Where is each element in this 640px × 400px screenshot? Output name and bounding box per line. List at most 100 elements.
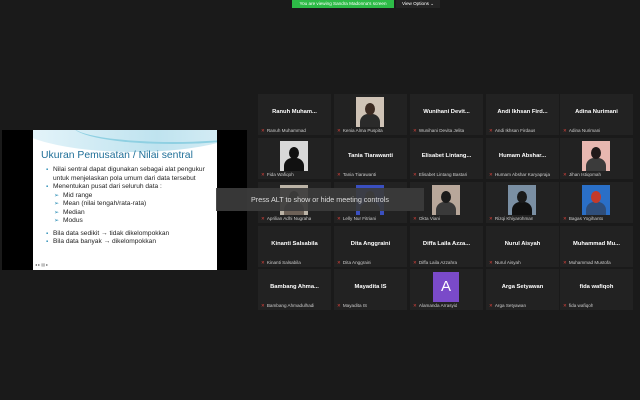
participant-name: Mayadita IS	[354, 284, 387, 290]
participant-tile[interactable]: Nurul Aisyah ✕ Nurul Aisyah	[486, 226, 559, 267]
participant-video-body	[586, 202, 606, 215]
muted-mic-icon: ✕	[489, 216, 493, 221]
participant-video-body	[284, 158, 304, 171]
muted-mic-icon: ✕	[337, 303, 341, 308]
participant-avatar: A	[433, 272, 459, 302]
muted-mic-icon: ✕	[337, 128, 341, 133]
participant-video-head	[441, 191, 451, 203]
participant-caption: ✕ Adina Nurimani	[563, 128, 600, 134]
participant-name: Kinanti Salsabila	[271, 241, 318, 247]
presentation-slide: Ukuran Pemusatan / Nilai sentral Nilai s…	[33, 130, 217, 270]
participant-tile[interactable]: Arga Setyawan ✕ Arga Setyawan	[486, 269, 559, 310]
participant-tile[interactable]: Mayadita IS ✕ Mayadita IS	[334, 269, 407, 310]
participant-caption: ✕ Diffa Laila Azzahra	[413, 260, 457, 266]
participant-name: Diffa Laila Azza...	[422, 241, 471, 247]
participant-tile[interactable]: ✕ Jihan Istiqomah	[560, 138, 633, 179]
participant-caption-text: Humam Abshar Karyapraja	[494, 172, 551, 177]
participant-caption-text: Rizqi Khiyarohman	[494, 216, 534, 221]
muted-mic-icon: ✕	[337, 172, 341, 177]
participant-video	[582, 141, 610, 171]
participant-caption: ✕ Tania Tiarawanti	[337, 172, 376, 178]
muted-mic-icon: ✕	[261, 128, 265, 133]
participant-tile[interactable]: Tania Tiarawanti ✕ Tania Tiarawanti	[334, 138, 407, 179]
slide-body: Nilai sentral dapat digunakan sebagai al…	[46, 166, 214, 247]
participant-caption: ✕ Bagas Yogihanto	[563, 216, 603, 222]
participant-caption: ✕ Wunihani Devita Jelita	[413, 128, 464, 134]
participant-tile[interactable]: Elisabet Lintang... ✕ Elisabet Lintang Bas…	[410, 138, 483, 179]
slide-sub-bullet: Modus	[46, 217, 214, 226]
participant-tile[interactable]: A ✕ Alamanda Arrasyid	[410, 269, 483, 310]
muted-mic-icon: ✕	[261, 303, 265, 308]
slide-bullet: Bila data banyak → dikelompokkan	[46, 238, 214, 247]
participant-caption: ✕ Fida Wafiqoh	[261, 172, 294, 178]
participant-caption-text: Wunihani Devita Jelita	[418, 128, 465, 133]
participant-name: Bambang Ahma...	[270, 284, 319, 290]
participant-caption: ✕ Humam Abshar Karyapraja	[489, 172, 550, 178]
participant-caption-text: Muhammad Mustofa	[568, 260, 611, 265]
participant-name: Arga Setyawan	[501, 284, 544, 290]
participant-caption-text: Ranuh Muhammad	[266, 128, 306, 133]
muted-mic-icon: ✕	[489, 260, 493, 265]
view-options-button[interactable]: View Options ⌄	[396, 0, 440, 8]
muted-mic-icon: ✕	[261, 260, 265, 265]
muted-mic-icon: ✕	[337, 216, 341, 221]
participant-name: Wunihani Devit...	[423, 109, 470, 115]
participant-video	[508, 185, 536, 215]
participant-caption-text: Arga Setyawan	[494, 303, 527, 308]
participant-tile[interactable]: ✕ Kenia Alma Puspita	[334, 94, 407, 135]
participant-tile[interactable]: Diffa Laila Azza... ✕ Diffa Laila Azzahra	[410, 226, 483, 267]
participant-caption: ✕ Lelly Nur Fitriani	[337, 216, 376, 222]
participant-tile[interactable]: Andi Ikhsan Fird... ✕ Andi Ikhsan Firdaus	[486, 94, 559, 135]
participant-tile[interactable]: Dita Anggraini ✕ Dita Anggraini	[334, 226, 407, 267]
participant-tile[interactable]: Kinanti Salsabila ✕ Kinanti Salsabila	[258, 226, 331, 267]
participant-video	[432, 185, 460, 215]
participant-video	[356, 97, 384, 127]
participant-video-head	[289, 147, 299, 159]
participant-tile[interactable]: Adina Nurimani ✕ Adina Nurimani	[560, 94, 633, 135]
participant-caption: ✕ Aprilian Adhi Nugraha	[261, 216, 311, 222]
participant-name: Nurul Aisyah	[504, 241, 541, 247]
muted-mic-icon: ✕	[563, 260, 567, 265]
participant-tile[interactable]: fida wafiqoh ✕ fida wafiqoh	[560, 269, 633, 310]
participant-video-body	[586, 158, 606, 171]
muted-mic-icon: ✕	[489, 172, 493, 177]
participant-video	[280, 141, 308, 171]
muted-mic-icon: ✕	[489, 303, 493, 308]
participant-caption: ✕ fida wafiqoh	[563, 303, 593, 309]
participant-caption-text: Fida Wafiqoh	[266, 172, 294, 177]
participant-caption: ✕ Muhammad Mustofa	[563, 260, 611, 266]
muted-mic-icon: ✕	[563, 128, 567, 133]
participant-tile[interactable]: ✕ Rizqi Khiyarohman	[486, 182, 559, 223]
muted-mic-icon: ✕	[413, 172, 417, 177]
slide-sub-bullet: Mid range	[46, 192, 214, 201]
participant-caption: ✕ Elisabet Lintang Bastari	[413, 172, 467, 178]
participant-tile[interactable]: Wunihani Devit... ✕ Wunihani Devita Jelita	[410, 94, 483, 135]
muted-mic-icon: ✕	[563, 303, 567, 308]
shared-screen: Ukuran Pemusatan / Nilai sentral Nilai s…	[2, 130, 247, 270]
participant-caption-text: Adina Nurimani	[568, 128, 601, 133]
participant-tile[interactable]: Ranuh Muham... ✕ Ranuh Muhammad	[258, 94, 331, 135]
slide-bullet: Bila data sedikit → tidak dikelompokkan	[46, 230, 214, 239]
muted-mic-icon: ✕	[563, 172, 567, 177]
participant-tile[interactable]: ✕ Bagas Yogihanto	[560, 182, 633, 223]
participant-caption-text: Aprilian Adhi Nugraha	[266, 216, 312, 221]
slide-sub-bullet: Median	[46, 209, 214, 218]
participant-tile[interactable]: Bambang Ahma... ✕ Bambang Ahmadulhadi	[258, 269, 331, 310]
participant-tile[interactable]: Muhammad Mu... ✕ Muhammad Mustofa	[560, 226, 633, 267]
participant-caption: ✕ Bambang Ahmadulhadi	[261, 303, 314, 309]
meeting-controls-hint: Press ALT to show or hide meeting contro…	[216, 188, 424, 211]
participant-caption-text: Kinanti Salsabila	[266, 260, 301, 265]
participant-tile[interactable]: Humam Abshar... ✕ Humam Abshar Karyapraja	[486, 138, 559, 179]
participant-name: Ranuh Muham...	[272, 109, 317, 115]
slide-nav-controls[interactable]: ◂ ▸ ▤ ▸	[35, 262, 48, 267]
muted-mic-icon: ✕	[413, 260, 417, 265]
participant-caption: ✕ Alamanda Arrasyid	[413, 303, 457, 309]
participant-caption-text: Bambang Ahmadulhadi	[266, 303, 315, 308]
participant-name: Dita Anggraini	[350, 241, 391, 247]
participant-caption: ✕ Ranuh Muhammad	[261, 128, 306, 134]
participant-caption-text: Alamanda Arrasyid	[418, 303, 458, 308]
muted-mic-icon: ✕	[261, 216, 265, 221]
participant-tile[interactable]: ✕ Fida Wafiqoh	[258, 138, 331, 179]
participant-name: Elisabet Lintang...	[421, 153, 472, 159]
viewing-screen-banner: You are viewing Sandra Madonna's screen	[292, 0, 394, 8]
